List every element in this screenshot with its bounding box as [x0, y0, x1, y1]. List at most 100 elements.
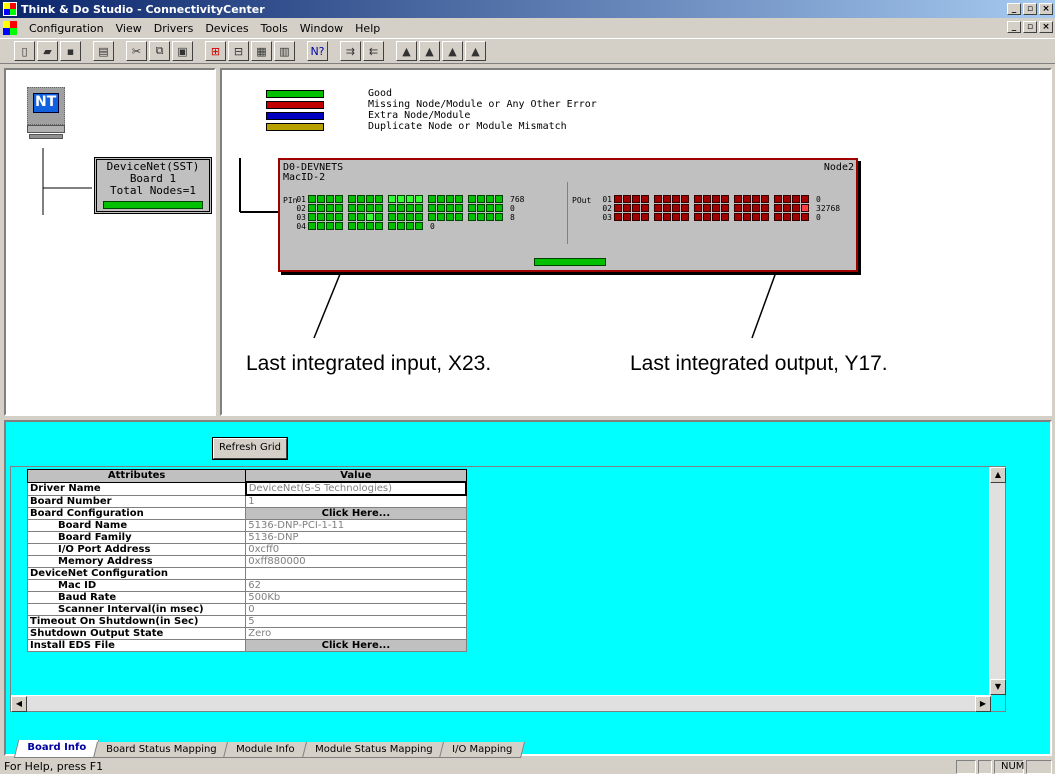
- map-out-icon[interactable]: ⇇: [363, 41, 384, 61]
- click-here-button[interactable]: Click Here...: [245, 507, 467, 520]
- input-led: [326, 222, 334, 230]
- value-cell[interactable]: 1: [245, 494, 467, 508]
- output-led: [801, 213, 809, 221]
- input-led: [455, 204, 463, 212]
- table-row[interactable]: Memory Address 0xff880000: [26, 555, 467, 568]
- attribute-cell: Timeout On Shutdown(in Sec): [26, 615, 247, 628]
- value-cell[interactable]: 5136-DNP-PCI-1-11: [245, 519, 467, 532]
- new-icon[interactable]: ▯: [14, 41, 35, 61]
- input-led: [397, 213, 405, 221]
- restore-button[interactable]: ▫: [1023, 3, 1037, 15]
- output-led: [774, 195, 782, 203]
- value-cell[interactable]: Zero: [245, 627, 467, 640]
- table-row[interactable]: Install EDS File Click Here...: [26, 639, 467, 652]
- menu-devices[interactable]: Devices: [199, 22, 254, 35]
- scroll-up-icon[interactable]: ▲: [990, 467, 1006, 483]
- value-cell[interactable]: 5: [245, 615, 467, 628]
- value-cell[interactable]: 0xff880000: [245, 555, 467, 568]
- help-icon[interactable]: N?: [307, 41, 328, 61]
- refresh-grid-button[interactable]: Refresh Grid: [213, 438, 287, 459]
- table-row[interactable]: Baud Rate 500Kb: [26, 591, 467, 604]
- table-row[interactable]: Board Name 5136-DNP-PCI-1-11: [26, 519, 467, 532]
- output-led: [632, 195, 640, 203]
- table-row[interactable]: Scanner Interval(in msec) 0: [26, 603, 467, 616]
- print-icon[interactable]: ▤: [93, 41, 114, 61]
- output-led: [783, 204, 791, 212]
- input-led: [308, 204, 316, 212]
- status-panel-2: [978, 760, 992, 774]
- table-row[interactable]: DeviceNet Configuration: [26, 567, 467, 580]
- map-in-icon[interactable]: ⇉: [340, 41, 361, 61]
- cut-icon[interactable]: ✂: [126, 41, 147, 61]
- click-here-button[interactable]: Click Here...: [245, 639, 467, 652]
- nt-computer-icon[interactable]: NT: [21, 87, 71, 147]
- table-row[interactable]: Board Family 5136-DNP: [26, 531, 467, 544]
- value-cell[interactable]: [245, 567, 467, 580]
- doc-close-button[interactable]: ×: [1039, 21, 1053, 33]
- app-icon: [3, 2, 17, 16]
- output-led: [703, 195, 711, 203]
- output-led: [774, 204, 782, 212]
- table-row[interactable]: Shutdown Output State Zero: [26, 627, 467, 640]
- remove-icon[interactable]: ⊟: [228, 41, 249, 61]
- input-led: [415, 204, 423, 212]
- table-row[interactable]: Mac ID 62: [26, 579, 467, 592]
- copy-icon[interactable]: ⧉: [149, 41, 170, 61]
- doc-restore-button[interactable]: ▫: [1023, 21, 1037, 33]
- scroll-left-icon[interactable]: ◀: [11, 696, 27, 712]
- menu-window[interactable]: Window: [294, 22, 349, 35]
- tab-io-mapping[interactable]: I/O Mapping: [439, 742, 526, 758]
- input-led: [446, 204, 454, 212]
- vertical-scrollbar[interactable]: ▲ ▼: [989, 467, 1006, 695]
- horizontal-scrollbar[interactable]: ◀ ▶: [11, 695, 991, 712]
- document-icon[interactable]: [3, 21, 17, 35]
- board-node[interactable]: DeviceNet(SST) Board 1 Total Nodes=1: [94, 157, 212, 214]
- output-led: [721, 213, 729, 221]
- toolbar: ▯ ▰ ▪ ▤ ✂ ⧉ ▣ ⊞ ⊟ ▦ ▥ N? ⇉ ⇇ ▲ ▲ ▲ ▲: [0, 38, 1055, 64]
- tab-board-info[interactable]: Board Info: [13, 740, 100, 758]
- table-row[interactable]: Timeout On Shutdown(in Sec) 5: [26, 615, 467, 628]
- doc-minimize-button[interactable]: _: [1007, 21, 1021, 33]
- node-card[interactable]: D0-DEVNETS MacID-2 Node2 PIn POut 01 768 0…: [278, 158, 858, 272]
- menu-bar: Configuration View Drivers Devices Tools…: [0, 18, 1055, 38]
- grid-icon[interactable]: ▦: [251, 41, 272, 61]
- paste-icon[interactable]: ▣: [172, 41, 193, 61]
- tab-module-info[interactable]: Module Info: [223, 742, 308, 758]
- tab-board-status-mapping[interactable]: Board Status Mapping: [92, 742, 230, 758]
- table-row[interactable]: I/O Port Address 0xcff0: [26, 543, 467, 556]
- close-button[interactable]: ×: [1039, 3, 1053, 15]
- value-cell[interactable]: DeviceNet(S-S Technologies): [244, 481, 468, 496]
- input-led: [357, 222, 365, 230]
- value-cell[interactable]: 62: [245, 579, 467, 592]
- scroll-down-icon[interactable]: ▼: [990, 679, 1006, 695]
- tab-module-status-mapping[interactable]: Module Status Mapping: [301, 742, 446, 758]
- output-led: [614, 195, 622, 203]
- value-cell[interactable]: 0xcff0: [245, 543, 467, 556]
- menu-view[interactable]: View: [110, 22, 148, 35]
- minimize-button[interactable]: _: [1007, 3, 1021, 15]
- open-icon[interactable]: ▰: [37, 41, 58, 61]
- scroll-right-icon[interactable]: ▶: [975, 696, 991, 712]
- value-cell[interactable]: 5136-DNP: [245, 531, 467, 544]
- input-led-row: 04 0: [292, 221, 434, 231]
- io4-icon[interactable]: ▲: [465, 41, 486, 61]
- value-cell[interactable]: 500Kb: [245, 591, 467, 604]
- add-icon[interactable]: ⊞: [205, 41, 226, 61]
- table-row[interactable]: Driver Name DeviceNet(S-S Technologies): [26, 481, 468, 496]
- value-cell[interactable]: 0: [245, 603, 467, 616]
- table-row[interactable]: Board Number 1: [26, 494, 467, 508]
- io2-icon[interactable]: ▲: [419, 41, 440, 61]
- menu-help[interactable]: Help: [349, 22, 386, 35]
- output-led: [672, 213, 680, 221]
- menu-configuration[interactable]: Configuration: [23, 22, 110, 35]
- attributes-grid[interactable]: Attributes Value Driver Name DeviceNet(S-…: [10, 466, 1006, 712]
- save-icon[interactable]: ▪: [60, 41, 81, 61]
- input-led: [406, 204, 414, 212]
- doc-icon[interactable]: ▥: [274, 41, 295, 61]
- table-row[interactable]: Board Configuration Click Here...: [26, 507, 467, 520]
- io-icon[interactable]: ▲: [396, 41, 417, 61]
- io3-icon[interactable]: ▲: [442, 41, 463, 61]
- menu-drivers[interactable]: Drivers: [148, 22, 200, 35]
- attributes-table: Attributes Value Driver Name DeviceNet(S-…: [26, 469, 468, 652]
- menu-tools[interactable]: Tools: [255, 22, 294, 35]
